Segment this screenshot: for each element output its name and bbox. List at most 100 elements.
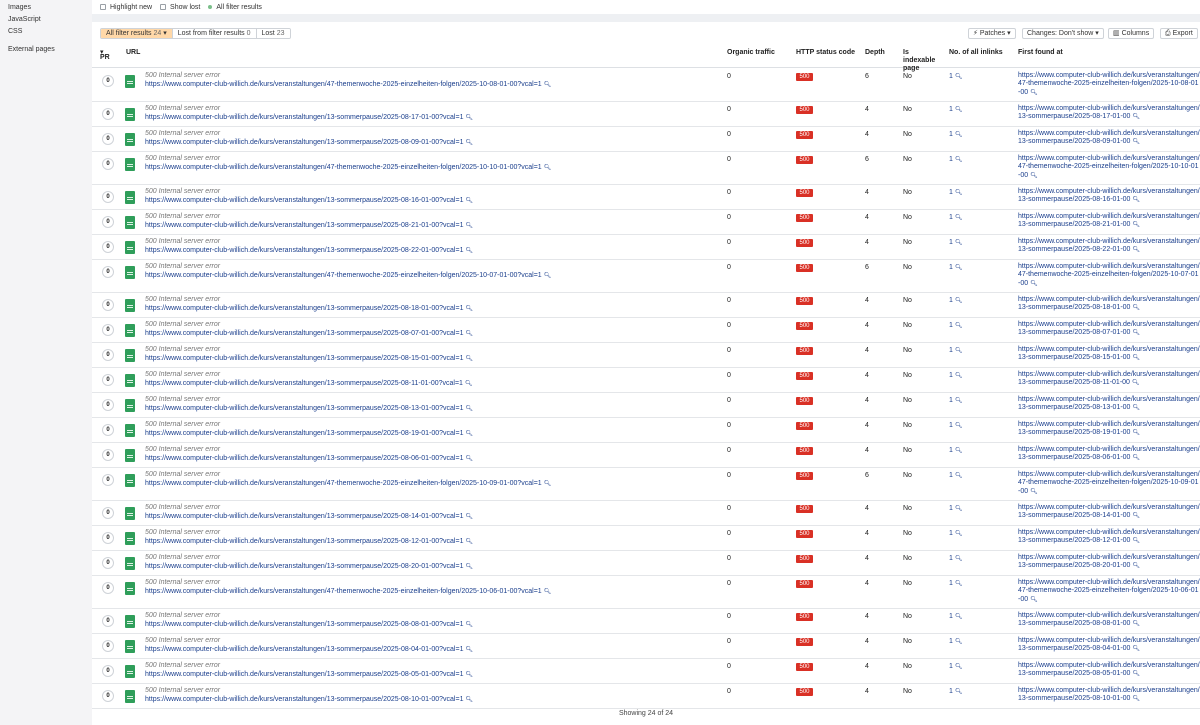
first-found-link[interactable]: https://www.computer-club-willich.de/kur… [1018, 529, 1200, 546]
table-row[interactable]: 0 500 Internal server error https://www.co… [92, 235, 1200, 260]
search-icon[interactable]: 🔍︎ [955, 506, 963, 512]
url-link[interactable]: https://www.computer-club-willich.de/kur… [145, 455, 473, 462]
table-row[interactable]: 0 500 Internal server error https://www.co… [92, 343, 1200, 368]
first-found-link[interactable]: https://www.computer-club-willich.de/kur… [1018, 554, 1200, 571]
table-row[interactable]: 0 500 Internal server error https://www.co… [92, 368, 1200, 393]
columns-button[interactable]: ▥ Columns [1108, 28, 1155, 39]
url-link[interactable]: https://www.computer-club-willich.de/kur… [145, 164, 551, 171]
search-icon[interactable]: 🔍︎ [1030, 90, 1038, 96]
table-row[interactable]: 0 500 Internal server error https://www.co… [92, 102, 1200, 127]
inlinks-link[interactable]: 1 🔍︎ [949, 131, 962, 138]
url-link[interactable]: https://www.computer-club-willich.de/kur… [145, 222, 473, 229]
search-icon[interactable]: 🔍︎ [544, 165, 552, 171]
inlinks-link[interactable]: 1 🔍︎ [949, 580, 962, 587]
first-found-link[interactable]: https://www.computer-club-willich.de/kur… [1018, 446, 1200, 463]
col-organic-traffic[interactable]: Organic traffic [727, 49, 775, 57]
search-icon[interactable]: 🔍︎ [465, 622, 473, 628]
url-link[interactable]: https://www.computer-club-willich.de/kur… [145, 330, 473, 337]
first-found-link[interactable]: https://www.computer-club-willich.de/kur… [1018, 105, 1200, 122]
search-icon[interactable]: 🔍︎ [955, 298, 963, 304]
show-lost-checkbox[interactable]: Show lost [160, 4, 200, 11]
search-icon[interactable]: 🔍︎ [1132, 247, 1140, 253]
url-link[interactable]: https://www.computer-club-willich.de/kur… [145, 355, 473, 362]
url-link[interactable]: https://www.computer-club-willich.de/kur… [145, 114, 473, 121]
url-link[interactable]: https://www.computer-club-willich.de/kur… [145, 480, 551, 487]
table-row[interactable]: 0 500 Internal server error https://www.co… [92, 609, 1200, 634]
search-icon[interactable]: 🔍︎ [955, 689, 963, 695]
search-icon[interactable]: 🔍︎ [1132, 405, 1140, 411]
search-icon[interactable]: 🔍︎ [544, 82, 552, 88]
search-icon[interactable]: 🔍︎ [465, 456, 473, 462]
url-link[interactable]: https://www.computer-club-willich.de/kur… [145, 621, 473, 628]
sidebar-item-images[interactable]: Images [8, 4, 31, 11]
search-icon[interactable]: 🔍︎ [465, 306, 473, 312]
col-url[interactable]: URL [126, 49, 140, 57]
inlinks-link[interactable]: 1 🔍︎ [949, 264, 962, 271]
search-icon[interactable]: 🔍︎ [955, 157, 963, 163]
first-found-link[interactable]: https://www.computer-club-willich.de/kur… [1018, 130, 1200, 147]
search-icon[interactable]: 🔍︎ [1132, 114, 1140, 120]
search-icon[interactable]: 🔍︎ [1132, 513, 1140, 519]
inlinks-link[interactable]: 1 🔍︎ [949, 73, 962, 80]
search-icon[interactable]: 🔍︎ [955, 398, 963, 404]
search-icon[interactable]: 🔍︎ [544, 273, 552, 279]
search-icon[interactable]: 🔍︎ [955, 215, 963, 221]
search-icon[interactable]: 🔍︎ [1132, 430, 1140, 436]
url-link[interactable]: https://www.computer-club-willich.de/kur… [145, 81, 551, 88]
inlinks-link[interactable]: 1 🔍︎ [949, 613, 962, 620]
inlinks-link[interactable]: 1 🔍︎ [949, 505, 962, 512]
table-row[interactable]: 0 500 Internal server error https://www.co… [92, 393, 1200, 418]
search-icon[interactable]: 🔍︎ [1132, 355, 1140, 361]
first-found-link[interactable]: https://www.computer-club-willich.de/kur… [1018, 637, 1200, 654]
url-link[interactable]: https://www.computer-club-willich.de/kur… [145, 588, 551, 595]
search-icon[interactable]: 🔍︎ [1132, 671, 1140, 677]
search-icon[interactable]: 🔍︎ [465, 431, 473, 437]
inlinks-link[interactable]: 1 🔍︎ [949, 397, 962, 404]
tab-lost[interactable]: Lost 23 [256, 29, 290, 38]
col-pr[interactable]: PR ▾ [100, 49, 110, 61]
search-icon[interactable]: 🔍︎ [465, 356, 473, 362]
inlinks-link[interactable]: 1 🔍︎ [949, 297, 962, 304]
inlinks-link[interactable]: 1 🔍︎ [949, 472, 962, 479]
search-icon[interactable]: 🔍︎ [1132, 646, 1140, 652]
search-icon[interactable]: 🔍︎ [1132, 563, 1140, 569]
table-row[interactable]: 0 500 Internal server error https://www.co… [92, 468, 1200, 501]
inlinks-link[interactable]: 1 🔍︎ [949, 530, 962, 537]
search-icon[interactable]: 🔍︎ [465, 331, 473, 337]
search-icon[interactable]: 🔍︎ [465, 697, 473, 703]
first-found-link[interactable]: https://www.computer-club-willich.de/kur… [1018, 612, 1200, 629]
search-icon[interactable]: 🔍︎ [544, 589, 552, 595]
search-icon[interactable]: 🔍︎ [955, 664, 963, 670]
export-button[interactable]: ⎙ Export [1160, 28, 1198, 39]
url-link[interactable]: https://www.computer-club-willich.de/kur… [145, 197, 473, 204]
url-link[interactable]: https://www.computer-club-willich.de/kur… [145, 430, 473, 437]
col-first-found[interactable]: First found at [1018, 49, 1063, 57]
first-found-link[interactable]: https://www.computer-club-willich.de/kur… [1018, 396, 1200, 413]
search-icon[interactable]: 🔍︎ [1132, 222, 1140, 228]
table-row[interactable]: 0 500 Internal server error https://www.co… [92, 185, 1200, 210]
search-icon[interactable]: 🔍︎ [1030, 597, 1038, 603]
table-row[interactable]: 0 500 Internal server error https://www.co… [92, 127, 1200, 152]
inlinks-link[interactable]: 1 🔍︎ [949, 555, 962, 562]
col-http-status[interactable]: HTTP status code [796, 49, 855, 57]
tab-lost-from-filter-results[interactable]: Lost from filter results 0 [172, 29, 257, 38]
search-icon[interactable]: 🔍︎ [1132, 305, 1140, 311]
search-icon[interactable]: 🔍︎ [955, 448, 963, 454]
search-icon[interactable]: 🔍︎ [955, 614, 963, 620]
search-icon[interactable]: 🔍︎ [465, 564, 473, 570]
first-found-link[interactable]: https://www.computer-club-willich.de/kur… [1018, 213, 1200, 230]
url-link[interactable]: https://www.computer-club-willich.de/kur… [145, 513, 473, 520]
search-icon[interactable]: 🔍︎ [955, 323, 963, 329]
inlinks-link[interactable]: 1 🔍︎ [949, 214, 962, 221]
patches-button[interactable]: ⚡ Patches ▾ [968, 28, 1016, 39]
table-row[interactable]: 0 500 Internal server error https://www.co… [92, 526, 1200, 551]
table-row[interactable]: 0 500 Internal server error https://www.co… [92, 418, 1200, 443]
url-link[interactable]: https://www.computer-club-willich.de/kur… [145, 305, 473, 312]
search-icon[interactable]: 🔍︎ [955, 107, 963, 113]
search-icon[interactable]: 🔍︎ [955, 556, 963, 562]
url-link[interactable]: https://www.computer-club-willich.de/kur… [145, 272, 551, 279]
url-link[interactable]: https://www.computer-club-willich.de/kur… [145, 380, 473, 387]
sidebar-item-javascript[interactable]: JavaScript [8, 16, 41, 23]
inlinks-link[interactable]: 1 🔍︎ [949, 638, 962, 645]
inlinks-link[interactable]: 1 🔍︎ [949, 239, 962, 246]
